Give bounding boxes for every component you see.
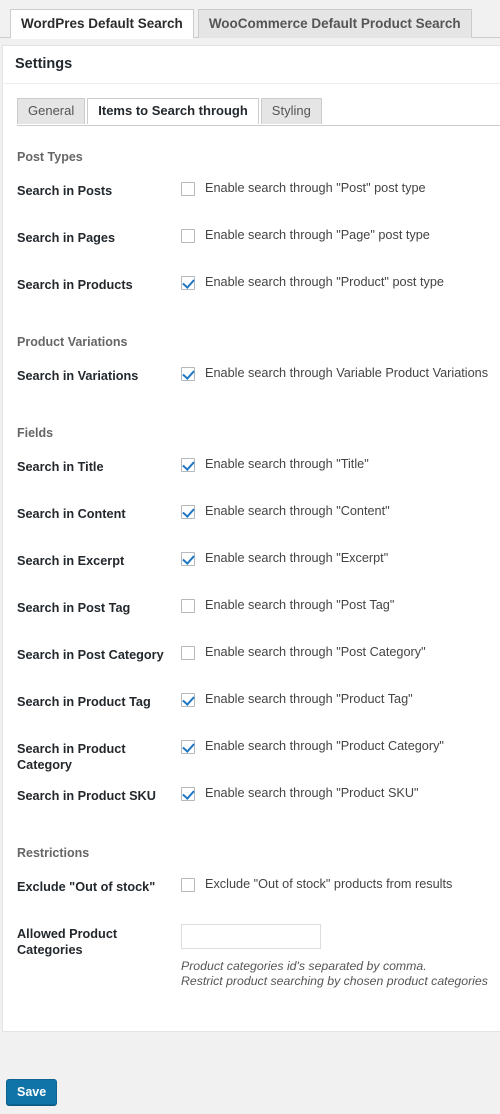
checkbox-label: Enable search through "Product" post typ… [205,275,444,289]
section-heading-restrictions: Restrictions [17,846,90,860]
setting-row-search-in-post-tag: Search in Post Tag Enable search through… [3,587,500,634]
section-heading-product-variations: Product Variations [17,335,128,349]
row-label: Search in Variations [17,369,139,383]
nav-tab-wordpress-default-search[interactable]: WordPres Default Search [10,9,194,39]
checkbox-search-in-product-tag[interactable] [181,693,195,707]
tab-styling[interactable]: Styling [260,98,322,124]
setting-row-search-in-excerpt: Search in Excerpt Enable search through … [3,540,500,587]
checkbox-search-in-products[interactable] [181,276,195,290]
help-text: Product categories id's separated by com… [181,959,488,989]
row-label: Allowed Product Categories [17,927,118,957]
row-label: Search in Title [17,460,104,474]
settings-panel: Settings General Items to Search through S… [2,45,500,1032]
checkbox-label: Enable search through "Product Category" [205,739,444,753]
checkbox-search-in-title[interactable] [181,458,195,472]
save-button[interactable]: Save [6,1079,58,1105]
help-text-line-2: Restrict product searching by chosen pro… [181,974,488,988]
form-actions: Save [6,1079,58,1105]
checkbox-label: Exclude "Out of stock" products from res… [205,877,453,891]
setting-row-search-in-product-category: Search in Product Category Enable search… [3,728,500,775]
checkbox-search-in-product-category[interactable] [181,740,195,754]
section-heading-post-types: Post Types [17,150,83,164]
checkbox-label: Enable search through "Post" post type [205,181,426,195]
row-label: Search in Products [17,278,133,292]
row-label: Search in Product Tag [17,695,151,709]
row-label: Search in Post Category [17,648,164,662]
setting-row-search-in-post-category: Search in Post Category Enable search th… [3,634,500,681]
setting-row-search-in-product-tag: Search in Product Tag Enable search thro… [3,681,500,728]
row-label: Search in Posts [17,184,113,198]
setting-row-search-in-pages: Search in Pages Enable search through "P… [3,217,500,264]
checkbox-label: Enable search through "Post Tag" [205,598,395,612]
checkbox-search-in-post-category[interactable] [181,646,195,660]
checkbox-label: Enable search through "Product SKU" [205,786,419,800]
checkbox-search-in-excerpt[interactable] [181,552,195,566]
checkbox-search-in-product-sku[interactable] [181,787,195,801]
checkbox-label: Enable search through "Post Category" [205,645,426,659]
allowed-product-categories-input[interactable] [181,924,321,949]
checkbox-search-in-pages[interactable] [181,229,195,243]
checkbox-label: Enable search through Variable Product V… [205,366,489,380]
setting-row-search-in-posts: Search in Posts Enable search through "P… [3,170,500,217]
checkbox-label: Enable search through "Product Tag" [205,692,413,706]
nav-tab-woocommerce-default-product-search[interactable]: WooCommerce Default Product Search [197,9,472,38]
setting-row-search-in-products: Search in Products Enable search through… [3,264,500,311]
setting-row-search-in-content: Search in Content Enable search through … [3,493,500,540]
section-heading-fields: Fields [17,426,54,440]
checkbox-label: Enable search through "Content" [205,504,390,518]
row-label: Search in Pages [17,231,116,245]
tab-items-to-search-through[interactable]: Items to Search through [87,98,259,125]
settings-form: Post Types Search in Posts Enable search… [3,126,500,1031]
checkbox-search-in-post-tag[interactable] [181,599,195,613]
setting-row-search-in-variations: Search in Variations Enable search throu… [3,355,500,402]
checkbox-exclude-out-of-stock[interactable] [181,878,195,892]
row-label: Search in Content [17,507,126,521]
tab-general[interactable]: General [17,98,86,124]
checkbox-search-in-variations[interactable] [181,367,195,381]
row-label: Search in Product SKU [17,789,156,803]
setting-row-search-in-title: Search in Title Enable search through "T… [3,446,500,493]
plugin-nav-tabs: WordPres Default Search WooCommerce Defau… [0,0,500,39]
page-title: Settings [3,46,500,84]
settings-sub-tabs: General Items to Search through Styling [3,84,500,126]
checkbox-label: Enable search through "Page" post type [205,228,430,242]
checkbox-search-in-content[interactable] [181,505,195,519]
help-text-line-1: Product categories id's separated by com… [181,959,427,973]
setting-row-exclude-out-of-stock: Exclude "Out of stock" Exclude "Out of s… [3,866,500,913]
row-label: Exclude "Out of stock" [17,880,156,894]
setting-row-search-in-product-sku: Search in Product SKU Enable search thro… [3,775,500,822]
checkbox-search-in-posts[interactable] [181,182,195,196]
row-label: Search in Post Tag [17,601,131,615]
setting-row-allowed-product-categories: Allowed Product Categories Product categ… [3,913,500,1005]
checkbox-label: Enable search through "Title" [205,457,369,471]
row-label: Search in Excerpt [17,554,125,568]
checkbox-label: Enable search through "Excerpt" [205,551,389,565]
row-label: Search in Product Category [17,742,126,772]
